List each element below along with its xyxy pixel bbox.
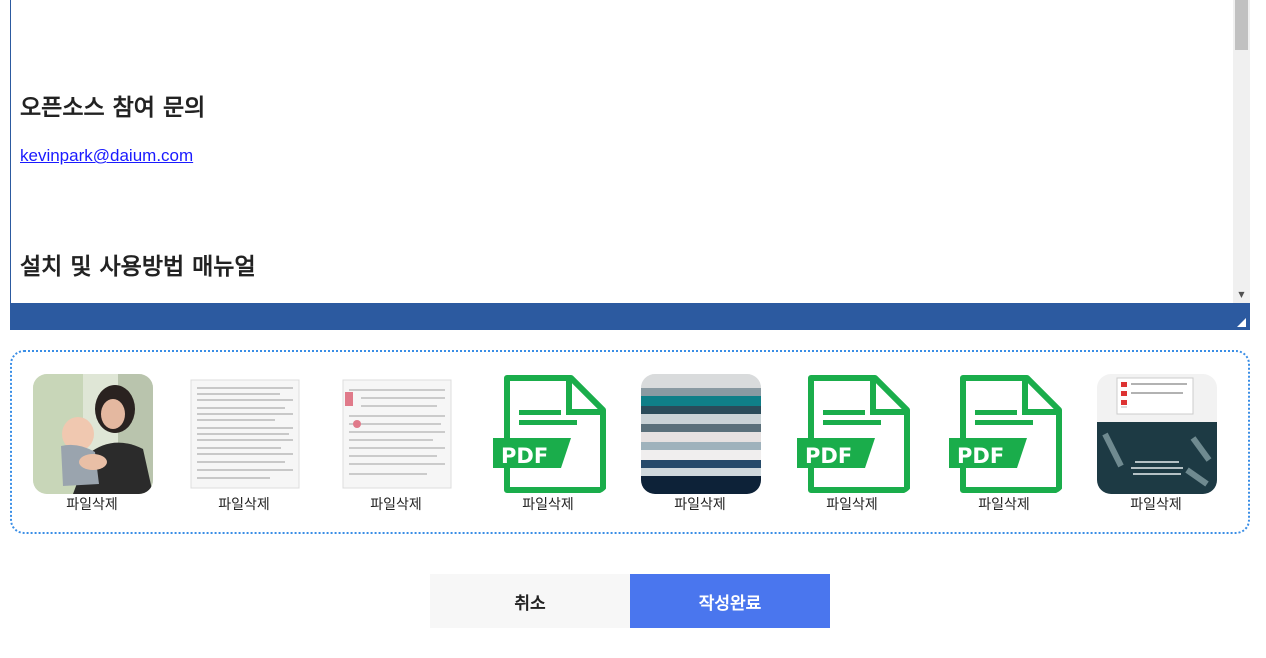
- scroll-down-arrow-icon[interactable]: ▼: [1233, 290, 1250, 300]
- photo-thumbnail: [33, 374, 153, 494]
- delete-file-button[interactable]: 파일삭제: [787, 494, 917, 514]
- delete-file-button[interactable]: 파일삭제: [1091, 494, 1221, 514]
- resize-grip-icon[interactable]: [1237, 318, 1246, 327]
- attachment-item: 파일삭제: [179, 374, 309, 524]
- delete-file-button[interactable]: 파일삭제: [179, 494, 309, 514]
- rich-text-editor[interactable]: 오픈소스 참여 문의 kevinpark@daium.com 설치 및 사용방법…: [10, 0, 1250, 330]
- editor-scrollbar[interactable]: ▼: [1233, 0, 1250, 303]
- delete-file-button[interactable]: 파일삭제: [483, 494, 613, 514]
- image-thumbnail: [1097, 374, 1217, 494]
- delete-file-button[interactable]: 파일삭제: [331, 494, 461, 514]
- submit-button[interactable]: 작성완료: [630, 574, 830, 628]
- editor-status-bar: [11, 303, 1249, 330]
- pdf-icon: PDF: [489, 374, 609, 494]
- scrollbar-thumb[interactable]: [1235, 0, 1248, 50]
- delete-file-button[interactable]: 파일삭제: [939, 494, 1069, 514]
- cancel-button[interactable]: 취소: [430, 574, 630, 628]
- delete-file-button[interactable]: 파일삭제: [635, 494, 765, 514]
- attachment-item: 파일삭제: [635, 374, 765, 524]
- delete-file-button[interactable]: 파일삭제: [27, 494, 157, 514]
- editor-content-area[interactable]: 오픈소스 참여 문의 kevinpark@daium.com 설치 및 사용방법…: [11, 0, 1233, 303]
- attachment-item: 파일삭제: [27, 374, 157, 524]
- attachment-item: PDF 파일삭제: [787, 374, 917, 524]
- heading-manual: 설치 및 사용방법 매뉴얼: [20, 254, 256, 280]
- image-thumbnail: [641, 374, 761, 494]
- attachment-item: 파일삭제: [331, 374, 461, 524]
- pdf-icon: PDF: [793, 374, 913, 494]
- attachment-item: PDF 파일삭제: [483, 374, 613, 524]
- document-thumbnail: [337, 374, 457, 494]
- email-link[interactable]: kevinpark@daium.com: [20, 146, 193, 166]
- attachment-item: 파일삭제: [1091, 374, 1221, 524]
- svg-text:PDF: PDF: [957, 444, 1004, 468]
- pdf-icon: PDF: [945, 374, 1065, 494]
- heading-opensource-inquiry: 오픈소스 참여 문의: [20, 95, 206, 121]
- attachment-item: PDF 파일삭제: [939, 374, 1069, 524]
- attachment-panel: 파일삭제 파일삭제 파일삭제 PDF 파일삭제 파일삭제 PDF 파일삭제 PD…: [10, 350, 1250, 534]
- svg-text:PDF: PDF: [805, 444, 852, 468]
- document-thumbnail: [185, 374, 305, 494]
- svg-text:PDF: PDF: [501, 444, 548, 468]
